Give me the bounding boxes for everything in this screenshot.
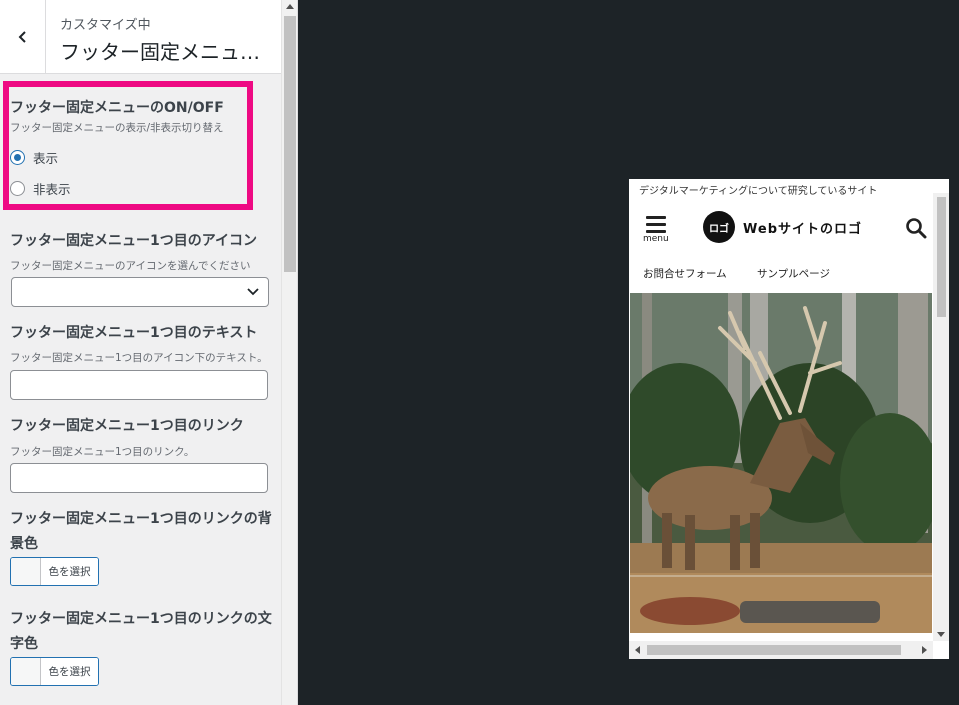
preview-hscroll-thumb[interactable]: [647, 645, 901, 655]
link-title: フッター固定メニュー1つ目のリンク: [10, 418, 244, 434]
scroll-right-icon[interactable]: [922, 646, 927, 654]
back-button[interactable]: [0, 0, 46, 74]
onoff-title: フッター固定メニューのON/OFF: [10, 100, 224, 116]
chevron-left-icon: [18, 31, 26, 43]
section-title: フッター固定メニュ…: [60, 40, 260, 64]
text-color-swatch: [11, 658, 41, 685]
hero-image-deer: [630, 293, 932, 633]
radio-hide-input[interactable]: [10, 181, 25, 196]
onoff-description: フッター固定メニューの表示/非表示切り替え: [10, 122, 224, 134]
bg-color-button-label: 色を選択: [41, 558, 98, 585]
nav-contact-form[interactable]: お問合せフォーム: [643, 266, 727, 281]
preview-vertical-scrollbar[interactable]: [933, 193, 949, 641]
search-icon[interactable]: [905, 217, 927, 239]
bg-color-title-2: 景色: [10, 536, 38, 552]
hamburger-menu-button[interactable]: menu: [643, 214, 669, 244]
nav-sample-page[interactable]: サンプルページ: [757, 266, 830, 281]
site-tagline: デジタルマーケティングについて研究しているサイト: [639, 186, 878, 197]
radio-hide-label: 非表示: [33, 182, 71, 197]
mobile-preview: デジタルマーケティングについて研究しているサイト menu ロゴ Webサイトの…: [629, 179, 949, 659]
customizing-label: カスタマイズ中: [60, 18, 151, 33]
chevron-down-icon: [247, 288, 259, 296]
panel-header: カスタマイズ中 フッター固定メニュ…: [0, 0, 281, 74]
site-logo[interactable]: ロゴ Webサイトのロゴ: [703, 211, 862, 243]
text-color-picker-button[interactable]: 色を選択: [10, 657, 99, 686]
scroll-up-icon[interactable]: [286, 4, 294, 9]
text-color-button-label: 色を選択: [41, 658, 98, 685]
bg-color-swatch: [11, 558, 41, 585]
text-color-title-2: 字色: [10, 636, 38, 652]
hamburger-icon: [646, 216, 666, 219]
preview-horizontal-scrollbar[interactable]: [629, 641, 933, 659]
text-field[interactable]: [10, 370, 268, 400]
customizer-panel: カスタマイズ中 フッター固定メニュ… フッター固定メニューのON/OFF フッタ…: [0, 0, 298, 705]
radio-show-input[interactable]: [10, 150, 25, 165]
scroll-thumb[interactable]: [284, 16, 296, 272]
menu-label: menu: [643, 234, 669, 244]
radio-show-label: 表示: [33, 151, 59, 166]
text-color-title-1: フッター固定メニュー1つ目のリンクの文: [10, 611, 272, 627]
link-field[interactable]: [10, 463, 268, 493]
panel-scrollbar[interactable]: [281, 0, 297, 705]
text-description: フッター固定メニュー1つ目のアイコン下のテキスト。: [10, 352, 268, 364]
icon-title: フッター固定メニュー1つ目のアイコン: [10, 233, 258, 249]
preview-scroll-thumb[interactable]: [937, 197, 946, 317]
bg-color-picker-button[interactable]: 色を選択: [10, 557, 99, 586]
radio-show[interactable]: 表示: [10, 148, 58, 167]
icon-select[interactable]: [11, 277, 269, 307]
logo-text: Webサイトのロゴ: [743, 221, 862, 237]
radio-hide[interactable]: 非表示: [10, 179, 71, 198]
scroll-left-icon[interactable]: [635, 646, 640, 654]
logo-badge: ロゴ: [703, 211, 735, 243]
link-description: フッター固定メニュー1つ目のリンク。: [10, 446, 195, 458]
icon-description: フッター固定メニューのアイコンを選んでください: [10, 260, 251, 272]
bg-color-title-1: フッター固定メニュー1つ目のリンクの背: [10, 511, 272, 527]
scroll-down-icon[interactable]: [937, 632, 945, 637]
text-title: フッター固定メニュー1つ目のテキスト: [10, 325, 258, 341]
